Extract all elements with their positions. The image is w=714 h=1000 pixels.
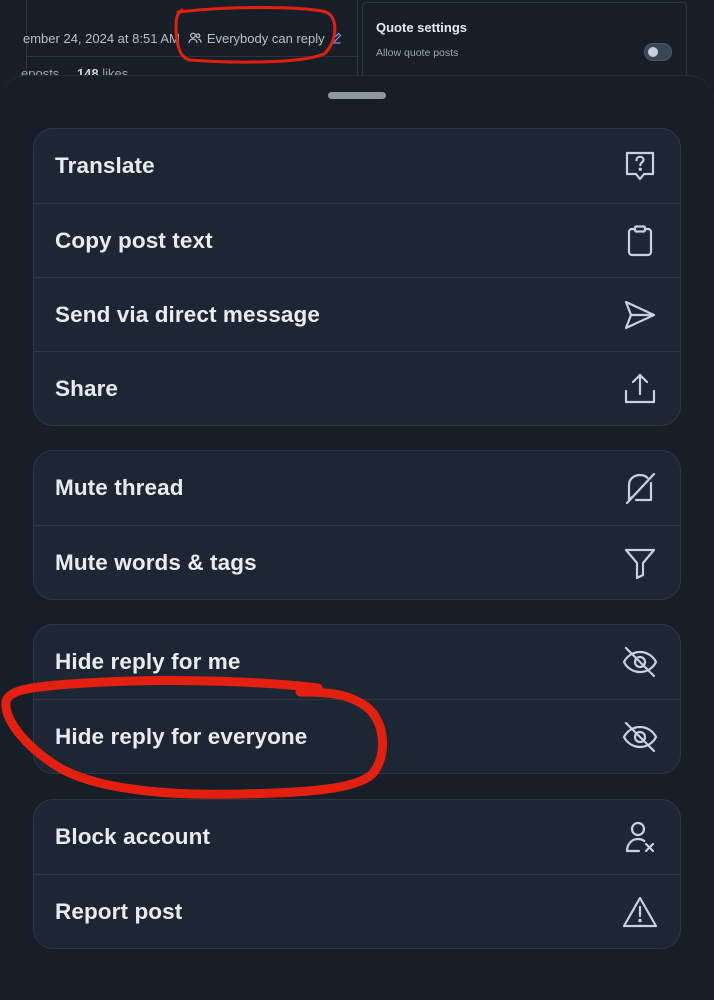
menu-item-label: Hide reply for me — [55, 649, 241, 674]
menu-item-label: Report post — [55, 898, 183, 924]
translate-icon — [620, 146, 660, 186]
menu-item-translate[interactable]: Translate — [34, 129, 680, 203]
clipboard-icon — [620, 221, 660, 261]
allow-quote-posts-label: Allow quote posts — [376, 47, 459, 59]
warning-icon — [620, 892, 660, 932]
menu-item-label: Hide reply for everyone — [55, 723, 308, 749]
pencil-icon — [330, 32, 341, 44]
menu-item-label: Send via direct message — [55, 301, 320, 327]
post-meta: ember 24, 2024 at 8:51 AM Everybody can … — [23, 28, 342, 48]
send-icon — [620, 295, 660, 335]
menu-item-label: Mute thread — [55, 475, 184, 500]
menu-group-hide-reply: Hide reply for me Hide reply for everyon… — [33, 624, 681, 774]
menu-group-post-actions: Translate Copy post text Send via direct… — [33, 128, 681, 426]
reply-setting-button[interactable]: Everybody can reply — [188, 31, 342, 46]
menu-item-mute-thread[interactable]: Mute thread — [34, 451, 680, 525]
allow-quote-posts-toggle[interactable] — [644, 43, 672, 61]
post-date: ember 24, 2024 at 8:51 AM — [23, 30, 180, 46]
quote-settings-title: Quote settings — [376, 20, 468, 35]
menu-group-moderation: Block account Report post — [33, 799, 681, 949]
people-icon — [188, 32, 202, 44]
post-options-sheet: Translate Copy post text Send via direct… — [0, 76, 714, 1000]
reply-setting-label: Everybody can reply — [206, 30, 325, 46]
person-x-icon — [620, 817, 660, 857]
screen: ember 24, 2024 at 8:51 AM Everybody can … — [0, 0, 714, 1000]
menu-item-hide-reply-for-everyone[interactable]: Hide reply for everyone — [34, 699, 680, 773]
menu-item-send-via-direct-message[interactable]: Send via direct message — [34, 277, 680, 351]
menu-item-copy-post-text[interactable]: Copy post text — [34, 203, 680, 277]
post-divider — [27, 56, 359, 57]
menu-item-mute-words-and-tags[interactable]: Mute words & tags — [34, 525, 680, 599]
menu-item-label: Copy post text — [55, 227, 213, 253]
menu-item-label: Mute words & tags — [55, 549, 257, 575]
menu-group-mute: Mute thread Mute words & tags — [33, 450, 681, 600]
menu-item-label: Block account — [55, 824, 211, 849]
menu-item-share[interactable]: Share — [34, 351, 680, 425]
bell-muted-icon — [620, 468, 660, 508]
menu-item-hide-reply-for-me[interactable]: Hide reply for me — [34, 625, 680, 699]
filter-icon — [620, 543, 660, 583]
sheet-drag-handle[interactable] — [328, 92, 386, 99]
menu-item-report-post[interactable]: Report post — [34, 874, 680, 948]
share-icon — [620, 369, 660, 409]
menu-item-label: Translate — [55, 153, 155, 178]
menu-item-label: Share — [55, 375, 119, 401]
menu-item-block-account[interactable]: Block account — [34, 800, 680, 874]
eye-off-icon — [620, 642, 660, 682]
eye-off-icon — [620, 717, 660, 757]
